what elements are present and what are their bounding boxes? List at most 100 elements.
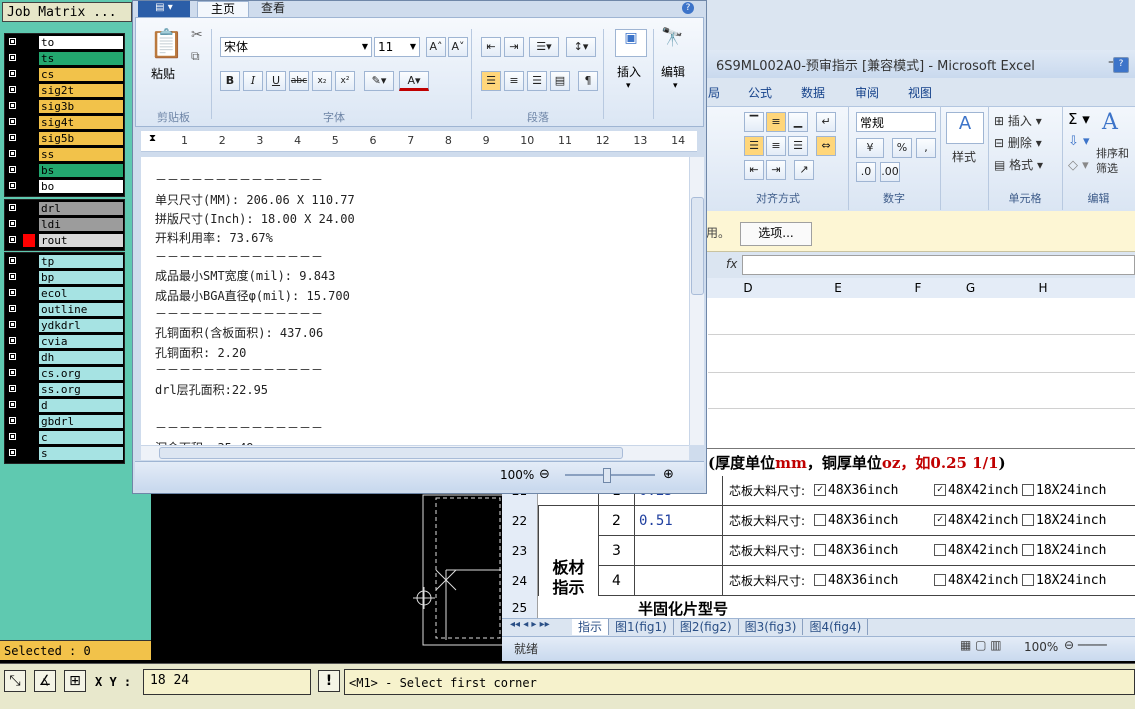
insert-cells-button[interactable]: ⊞ 插入 ▾ xyxy=(994,112,1042,129)
sheet-tab[interactable]: 图1(fig1) xyxy=(609,619,674,635)
formula-input[interactable] xyxy=(742,255,1135,275)
layer-checkbox[interactable] xyxy=(8,69,17,78)
size-option[interactable]: 48X42inch xyxy=(934,566,1018,596)
autosum-icon[interactable]: Σ ▾ xyxy=(1068,110,1090,128)
tab-review[interactable]: 审阅 xyxy=(855,84,879,101)
job-matrix-title[interactable]: Job Matrix ... xyxy=(2,2,132,22)
row-number[interactable]: 25 xyxy=(502,596,538,620)
row-number[interactable]: 22 xyxy=(502,506,538,536)
paste-label[interactable]: 粘贴 xyxy=(151,65,175,82)
cut-icon[interactable]: ✂ xyxy=(191,27,203,43)
align-center-icon[interactable]: ≡ xyxy=(504,71,524,91)
insert-dropdown-icon[interactable]: ▾ xyxy=(626,81,631,91)
layer-checkbox[interactable] xyxy=(8,219,17,228)
size-option[interactable]: ✓ 48X42inch xyxy=(934,506,1018,536)
layer-row[interactable]: gbdrl xyxy=(5,414,124,429)
align-bottom-icon[interactable]: ▁ xyxy=(788,112,808,132)
layer-row[interactable]: to xyxy=(5,35,124,50)
layer-checkbox[interactable] xyxy=(8,165,17,174)
row-number[interactable]: 24 xyxy=(502,566,538,596)
styles-icon[interactable]: A xyxy=(946,112,984,144)
layer-row[interactable]: s xyxy=(5,446,124,461)
tab-layout[interactable]: 局 xyxy=(708,84,720,101)
paste-icon[interactable]: 📋 xyxy=(149,27,184,60)
layer-name[interactable]: ecol xyxy=(39,287,123,300)
layer-row[interactable]: bs xyxy=(5,163,124,178)
align-left-icon[interactable]: ☰ xyxy=(481,71,501,91)
checkbox-unchecked[interactable] xyxy=(814,543,826,556)
layer-row[interactable]: cs.org xyxy=(5,366,124,381)
sort-filter-icon[interactable]: A xyxy=(1102,110,1118,135)
layer-checkbox[interactable] xyxy=(8,368,17,377)
tab-home[interactable]: 主页 xyxy=(197,1,249,18)
fx-icon[interactable]: fx xyxy=(726,257,737,271)
layer-row[interactable]: sig5b xyxy=(5,131,124,146)
bullets-icon[interactable]: ☰▾ xyxy=(529,37,559,57)
layer-name[interactable]: sig2t xyxy=(39,84,123,97)
edit-button[interactable]: 编辑 xyxy=(661,63,685,80)
layer-checkbox[interactable] xyxy=(8,117,17,126)
subscript-icon[interactable]: x₂ xyxy=(312,71,332,91)
layer-name[interactable]: s xyxy=(39,447,123,460)
help-icon[interactable]: ? xyxy=(682,2,694,14)
view-mode-icons[interactable]: ▦ ▢ ▥ xyxy=(960,638,1002,652)
layer-name[interactable]: ss xyxy=(39,148,123,161)
layer-checkbox[interactable] xyxy=(8,101,17,110)
format-cells-button[interactable]: ▤ 格式 ▾ xyxy=(994,156,1043,173)
tab-formulas[interactable]: 公式 xyxy=(748,84,772,101)
snap-grid-icon[interactable]: ⊞ xyxy=(64,670,86,692)
layer-checkbox[interactable] xyxy=(8,256,17,265)
checkbox-unchecked[interactable] xyxy=(1022,513,1034,526)
layer-row[interactable]: sig2t xyxy=(5,83,124,98)
checkbox-checked[interactable]: ✓ xyxy=(814,483,826,496)
size-option[interactable]: 18X24inch xyxy=(1022,536,1106,566)
layer-name[interactable]: sig4t xyxy=(39,116,123,129)
layer-name[interactable]: bp xyxy=(39,271,123,284)
layer-checkbox[interactable] xyxy=(8,133,17,142)
align-right-icon[interactable]: ☰ xyxy=(527,71,547,91)
layer-row[interactable]: outline xyxy=(5,302,124,317)
layer-checkbox[interactable] xyxy=(8,448,17,457)
increase-indent-icon[interactable]: ⇥ xyxy=(504,37,524,57)
checkbox-unchecked[interactable] xyxy=(934,543,946,556)
size-option[interactable]: 48X36inch xyxy=(814,536,898,566)
layer-row[interactable]: ldi xyxy=(5,217,124,232)
layer-name[interactable]: ydkdrl xyxy=(39,319,123,332)
layer-checkbox[interactable] xyxy=(8,181,17,190)
layer-checkbox[interactable] xyxy=(8,336,17,345)
zoom-slider[interactable] xyxy=(565,468,655,483)
bold-icon[interactable]: B xyxy=(220,71,240,91)
layer-checkbox[interactable] xyxy=(8,304,17,313)
document-area[interactable]: －－－－－－－－－－－－－－ 单只尺寸(MM): 206.06 X 110.77 拼… xyxy=(141,157,689,445)
size-option[interactable]: 48X36inch xyxy=(814,566,898,596)
layer-name[interactable]: d xyxy=(39,399,123,412)
layer-row[interactable]: rout xyxy=(5,233,124,248)
measure-icon[interactable]: ∡ xyxy=(34,670,56,692)
col-header-h[interactable]: H xyxy=(993,281,1093,295)
percent-icon[interactable]: % xyxy=(892,138,912,158)
font-name-select[interactable]: 宋体 ▼ xyxy=(220,37,372,57)
superscript-icon[interactable]: x² xyxy=(335,71,355,91)
increase-decimal-icon[interactable]: .0 xyxy=(856,162,876,182)
layer-checkbox[interactable] xyxy=(8,320,17,329)
layer-name[interactable]: rout xyxy=(39,234,123,247)
layer-row[interactable]: ss xyxy=(5,147,124,162)
layer-checkbox[interactable] xyxy=(8,416,17,425)
size-option[interactable]: ✓ 48X42inch xyxy=(934,476,1018,506)
layer-row[interactable]: c xyxy=(5,430,124,445)
layer-checkbox[interactable] xyxy=(8,432,17,441)
copy-icon[interactable]: ⧉ xyxy=(191,49,200,64)
layer-name[interactable]: cvia xyxy=(39,335,123,348)
layer-name[interactable]: c xyxy=(39,431,123,444)
layer-row[interactable]: drl xyxy=(5,201,124,216)
layer-row[interactable]: ss.org xyxy=(5,382,124,397)
xy-input[interactable]: 18 24 xyxy=(143,669,311,695)
layer-name[interactable]: to xyxy=(39,36,123,49)
layer-row[interactable]: cs xyxy=(5,67,124,82)
insert-button[interactable]: 插入 xyxy=(617,63,641,80)
justify-icon[interactable]: ▤ xyxy=(550,71,570,91)
checkbox-unchecked[interactable] xyxy=(1022,573,1034,586)
layer-row[interactable]: cvia xyxy=(5,334,124,349)
size-option[interactable]: 18X24inch xyxy=(1022,476,1106,506)
layer-name[interactable]: ldi xyxy=(39,218,123,231)
